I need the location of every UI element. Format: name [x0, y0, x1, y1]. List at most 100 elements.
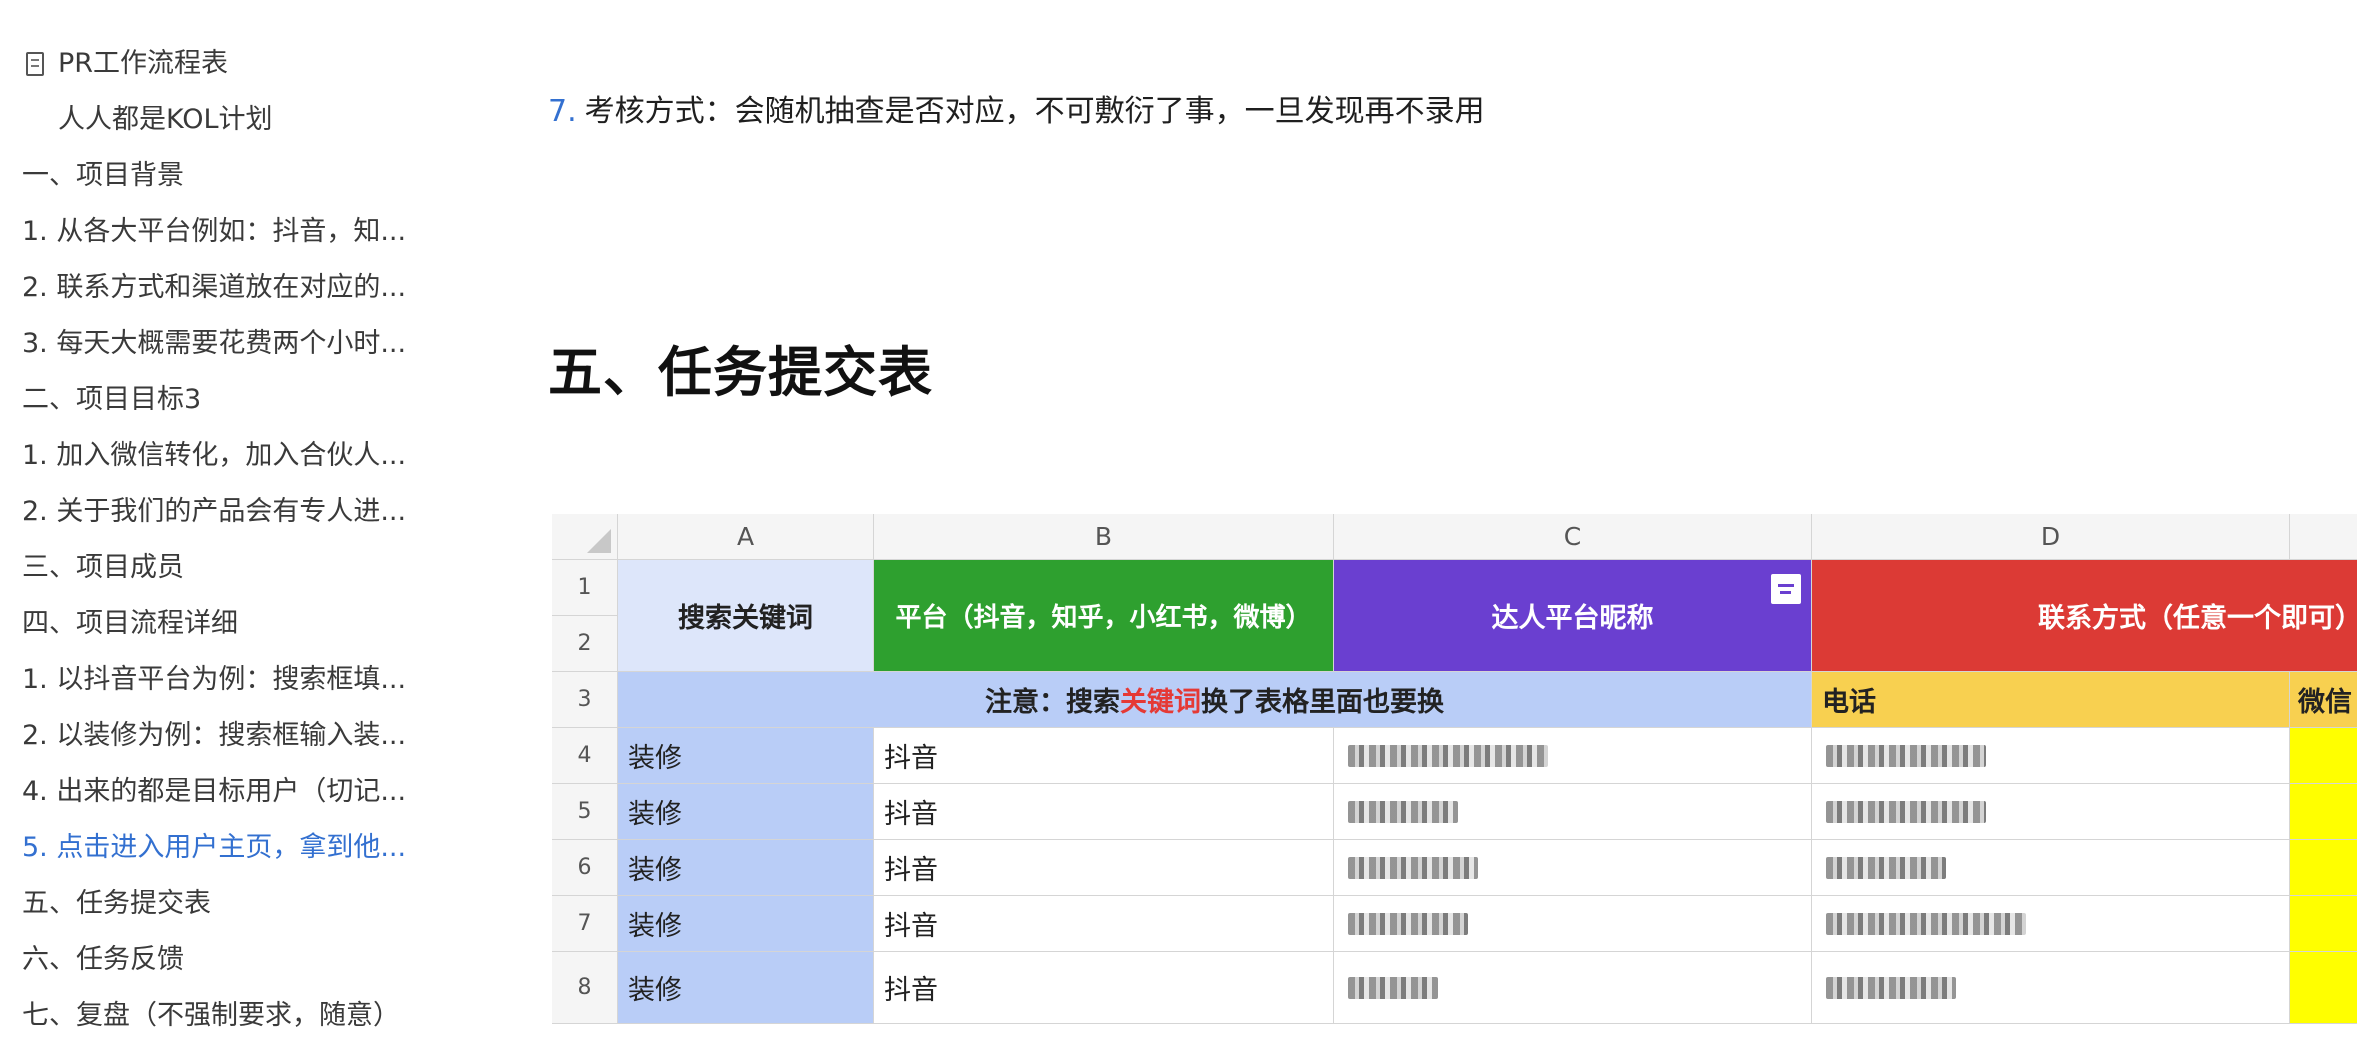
keyword-cell[interactable]: 装修	[618, 896, 874, 952]
redacted-text	[1826, 912, 2026, 935]
outline-item[interactable]: 2. 以装修为例：搜索框输入装...	[0, 708, 417, 764]
list-number: 7.	[548, 94, 577, 129]
phone-cell-redacted[interactable]	[1812, 952, 2290, 1024]
outline-item[interactable]: 四、项目流程详细	[0, 596, 417, 652]
outline-item-label: 三、项目成员	[22, 552, 184, 583]
outline-item-label: 2. 关于我们的产品会有专人进...	[22, 496, 407, 527]
wechat-header-cell[interactable]: 微信	[2290, 672, 2357, 728]
row-header-1[interactable]: 1	[552, 560, 618, 616]
redacted-text	[1826, 800, 1986, 823]
list-item-7: 7. 考核方式：会随机抽查是否对应，不可敷衍了事，一旦发现再不录用	[548, 86, 1485, 130]
column-header-e[interactable]	[2290, 514, 2357, 560]
note-prefix: 注意：搜索	[985, 687, 1120, 718]
outline-item-label: 五、任务提交表	[22, 888, 211, 919]
outline-item[interactable]: 1. 加入微信转化，加入合伙人...	[0, 428, 417, 484]
redacted-text	[1348, 744, 1548, 767]
outline-item[interactable]: 三、项目成员	[0, 540, 417, 596]
column-header-b[interactable]: B	[874, 514, 1334, 560]
filter-icon[interactable]	[1769, 572, 1803, 606]
outline-item[interactable]: 4. 出来的都是目标用户（切记...	[0, 764, 417, 820]
outline-item-label: 二、项目目标3	[22, 384, 202, 415]
outline-item-label: 1. 以抖音平台为例：搜索框填...	[22, 664, 407, 695]
redacted-text	[1348, 912, 1468, 935]
row-header-4[interactable]: 4	[552, 728, 618, 784]
header-cell-nickname[interactable]: 达人平台昵称	[1334, 560, 1812, 672]
nickname-cell-redacted[interactable]	[1334, 728, 1812, 784]
outline-item[interactable]: 七、复盘（不强制要求，随意）	[0, 988, 417, 1044]
wechat-cell-redacted[interactable]	[2290, 952, 2357, 1024]
platform-cell[interactable]: 抖音	[874, 896, 1334, 952]
column-header-c[interactable]: C	[1334, 514, 1812, 560]
outline-item[interactable]: 一、项目背景	[0, 148, 417, 204]
platform-cell[interactable]: 抖音	[874, 728, 1334, 784]
header-cell-keyword[interactable]: 搜索关键词	[618, 560, 874, 672]
nickname-cell-redacted[interactable]	[1334, 784, 1812, 840]
platform-cell[interactable]: 抖音	[874, 840, 1334, 896]
phone-cell-redacted[interactable]	[1812, 896, 2290, 952]
embedded-spreadsheet[interactable]: A B C D 1 2 3 4 5 6 7 8 搜索关键词 平台（抖音，知乎，小…	[552, 514, 2357, 1044]
phone-cell-redacted[interactable]	[1812, 840, 2290, 896]
outline-item-label: 1. 加入微信转化，加入合伙人...	[22, 440, 407, 471]
section-heading: 五、任务提交表	[548, 341, 933, 404]
redacted-text	[1826, 856, 1946, 879]
redacted-text	[1826, 744, 1986, 767]
outline-item-label: 人人都是KOL计划	[58, 104, 273, 135]
keyword-cell[interactable]: 装修	[618, 952, 874, 1024]
outline-item[interactable]: 2. 联系方式和渠道放在对应的...	[0, 260, 417, 316]
list-text: 考核方式：会随机抽查是否对应，不可敷衍了事，一旦发现再不录用	[584, 94, 1485, 129]
outline-item-label: PR工作流程表	[58, 48, 229, 79]
outline-item[interactable]: PR工作流程表	[0, 36, 420, 92]
redacted-text	[1348, 856, 1478, 879]
document-body: 7. 考核方式：会随机抽查是否对应，不可敷衍了事，一旦发现再不录用 五、任务提交表…	[548, 0, 2357, 1035]
outline-item[interactable]: 1. 以抖音平台为例：搜索框填...	[0, 652, 417, 708]
keyword-cell[interactable]: 装修	[618, 784, 874, 840]
column-header-a[interactable]: A	[618, 514, 874, 560]
outline-item[interactable]: 3. 每天大概需要花费两个小时...	[0, 316, 417, 372]
keyword-cell[interactable]: 装修	[618, 840, 874, 896]
phone-cell-redacted[interactable]	[1812, 784, 2290, 840]
wechat-cell-redacted[interactable]	[2290, 840, 2357, 896]
nickname-cell-redacted[interactable]	[1334, 840, 1812, 896]
select-all-corner[interactable]	[552, 514, 618, 560]
outline-item[interactable]: 5. 点击进入用户主页，拿到他...	[0, 820, 417, 876]
header-nickname-label: 达人平台昵称	[1491, 603, 1654, 634]
row-header-2[interactable]: 2	[552, 616, 618, 672]
outline-item[interactable]: 2. 关于我们的产品会有专人进...	[0, 484, 417, 540]
note-highlight: 关键词	[1120, 687, 1201, 718]
note-suffix: 换了表格里面也要换	[1201, 687, 1444, 718]
outline-item-label: 4. 出来的都是目标用户（切记...	[22, 776, 407, 807]
nickname-cell-redacted[interactable]	[1334, 896, 1812, 952]
row-header-3[interactable]: 3	[552, 672, 618, 728]
outline-item-label: 1. 从各大平台例如：抖音，知...	[22, 216, 407, 247]
column-header-d[interactable]: D	[1812, 514, 2290, 560]
select-all-icon	[587, 529, 611, 553]
header-cell-platform[interactable]: 平台（抖音，知乎，小红书，微博）	[874, 560, 1334, 672]
outline-item-label: 七、复盘（不强制要求，随意）	[22, 1000, 400, 1031]
outline-sidebar: PR工作流程表人人都是KOL计划一、项目背景 1. 从各大平台例如：抖音，知...…	[0, 36, 420, 1044]
phone-header-cell[interactable]: 电话	[1812, 672, 2290, 728]
redacted-text	[1348, 976, 1438, 999]
outline-item[interactable]: 二、项目目标3	[0, 372, 417, 428]
redacted-text	[1348, 800, 1458, 823]
keyword-cell[interactable]: 装修	[618, 728, 874, 784]
row-header-8[interactable]: 8	[552, 952, 618, 1024]
row-header-5[interactable]: 5	[552, 784, 618, 840]
header-cell-contact[interactable]: 联系方式（任意一个即可）	[1812, 560, 2357, 672]
wechat-cell-redacted[interactable]	[2290, 728, 2357, 784]
outline-item[interactable]: 人人都是KOL计划	[0, 92, 420, 148]
outline-item-label: 3. 每天大概需要花费两个小时...	[22, 328, 407, 359]
outline-item[interactable]: 1. 从各大平台例如：抖音，知...	[0, 204, 417, 260]
row-header-6[interactable]: 6	[552, 840, 618, 896]
row-header-7[interactable]: 7	[552, 896, 618, 952]
wechat-cell-redacted[interactable]	[2290, 784, 2357, 840]
note-cell[interactable]: 注意：搜索 关键词 换了表格里面也要换	[618, 672, 1812, 728]
platform-cell[interactable]: 抖音	[874, 952, 1334, 1024]
outline-item-label: 四、项目流程详细	[22, 608, 238, 639]
outline-item-label: 5. 点击进入用户主页，拿到他...	[22, 832, 407, 863]
phone-cell-redacted[interactable]	[1812, 728, 2290, 784]
outline-item[interactable]: 五、任务提交表	[0, 876, 417, 932]
platform-cell[interactable]: 抖音	[874, 784, 1334, 840]
nickname-cell-redacted[interactable]	[1334, 952, 1812, 1024]
outline-item[interactable]: 六、任务反馈	[0, 932, 417, 988]
wechat-cell-redacted[interactable]	[2290, 896, 2357, 952]
